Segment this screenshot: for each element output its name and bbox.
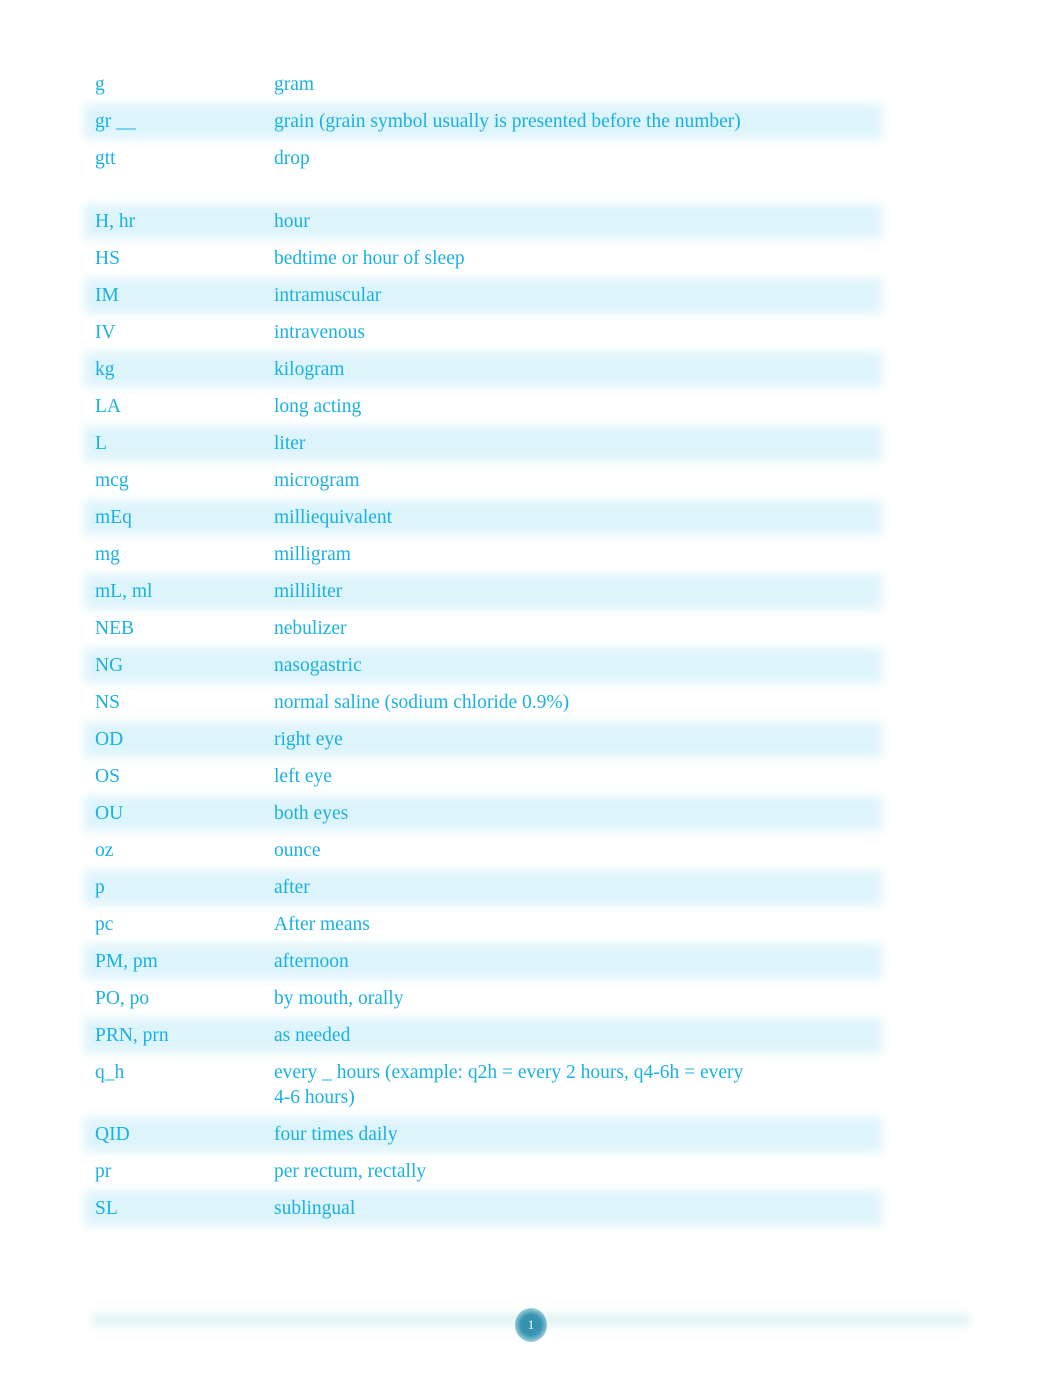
abbreviation-meaning: by mouth, orally xyxy=(274,988,404,1009)
page-number-badge: 1 xyxy=(515,1308,547,1342)
table-row: mcg microgram xyxy=(88,462,878,499)
abbreviation-meaning: intravenous xyxy=(274,322,365,343)
abbreviation-meaning: four times daily xyxy=(274,1124,398,1145)
abbreviation: H, hr xyxy=(95,211,136,232)
abbreviation-meaning: intramuscular xyxy=(274,285,382,306)
abbreviation-meaning: microgram xyxy=(274,470,360,491)
abbreviation: PM, pm xyxy=(95,951,158,972)
abbreviation-meaning: nebulizer xyxy=(274,618,347,639)
table-row: gr __ grain (grain symbol usually is pres… xyxy=(88,103,878,140)
abbreviation-meaning: liter xyxy=(274,433,306,454)
table-row: HS bedtime or hour of sleep xyxy=(88,240,878,277)
abbreviation: OS xyxy=(95,766,120,787)
abbreviation-meaning: ounce xyxy=(274,840,321,861)
abbreviation: pr xyxy=(95,1161,112,1182)
abbreviation: OD xyxy=(95,729,124,750)
abbreviation: OU xyxy=(95,803,124,824)
table-row: OS left eye xyxy=(88,758,878,795)
table-row: OU both eyes xyxy=(88,795,878,832)
abbreviation: mg xyxy=(95,544,120,565)
abbreviation-group-g: g gram gr __ grain (grain symbol usually is… xyxy=(88,66,878,177)
abbreviation-meaning: milliliter xyxy=(274,581,343,602)
table-row: H, hr hour xyxy=(88,203,878,240)
table-row: oz ounce xyxy=(88,832,878,869)
abbreviation-meaning: nasogastric xyxy=(274,655,362,676)
table-row: PM, pm afternoon xyxy=(88,943,878,980)
table-row: IV intravenous xyxy=(88,314,878,351)
abbreviation-group-h-s: H, hr hour HS bedtime or hour of sleep IM int… xyxy=(88,203,878,1227)
abbreviation: IV xyxy=(95,322,116,343)
abbreviation-meaning: per rectum, rectally xyxy=(274,1161,427,1182)
abbreviation-meaning: hour xyxy=(274,211,310,232)
table-row: mL, ml milliliter xyxy=(88,573,878,610)
abbreviation-meaning: both eyes xyxy=(274,803,349,824)
abbreviation: gtt xyxy=(95,148,116,169)
abbreviation-meaning: every _ hours (example: q2h = every 2 ho… xyxy=(274,1062,744,1108)
table-row: NG nasogastric xyxy=(88,647,878,684)
abbreviation: HS xyxy=(95,248,120,269)
abbreviation-meaning: sublingual xyxy=(274,1198,356,1219)
table-row: g gram xyxy=(88,66,878,103)
page-number: 1 xyxy=(527,1317,535,1332)
table-row: q_h every _ hours (example: q2h = every 2… xyxy=(88,1054,878,1116)
abbreviation-meaning: milligram xyxy=(274,544,351,565)
abbreviation-meaning: milliequivalent xyxy=(274,507,393,528)
table-row: PO, po by mouth, orally xyxy=(88,980,878,1017)
abbreviation-meaning: after xyxy=(274,877,310,898)
abbreviation: NS xyxy=(95,692,120,713)
table-row: Lliter xyxy=(88,425,878,462)
abbreviation: NG xyxy=(95,655,124,676)
abbreviation: kg xyxy=(95,359,115,380)
table-row: SL sublingual xyxy=(88,1190,878,1227)
abbreviation: NEB xyxy=(95,618,134,639)
abbreviation: p xyxy=(95,877,105,898)
abbreviation: q_h xyxy=(95,1062,125,1083)
abbreviation-meaning: right eye xyxy=(274,729,343,750)
abbreviation: g xyxy=(95,74,105,95)
table-row: pc After means xyxy=(88,906,878,943)
table-row: gtt drop xyxy=(88,140,878,177)
abbreviation-meaning: long acting xyxy=(274,396,362,417)
abbreviation-meaning: gram xyxy=(274,74,315,95)
table-row: OD right eye xyxy=(88,721,878,758)
abbreviation: LA xyxy=(95,396,121,417)
abbreviation: pc xyxy=(95,914,114,935)
abbreviation: IM xyxy=(95,285,119,306)
abbreviation: PO, po xyxy=(95,988,150,1009)
table-row: NEB nebulizer xyxy=(88,610,878,647)
abbreviation: mEq xyxy=(95,507,132,528)
table-row: NS normal saline (sodium chloride 0.9%) xyxy=(88,684,878,721)
abbreviation: L xyxy=(95,433,107,454)
abbreviation-table: g gram gr __ grain (grain symbol usually is… xyxy=(88,66,878,1227)
abbreviation-meaning: drop xyxy=(274,148,310,169)
table-row: mg milligram xyxy=(88,536,878,573)
abbreviation-meaning: afternoon xyxy=(274,951,349,972)
abbreviation-meaning: left eye xyxy=(274,766,332,787)
table-row: pr per rectum, rectally xyxy=(88,1153,878,1190)
table-row: PRN, prn as needed xyxy=(88,1017,878,1054)
abbreviation: mL, ml xyxy=(95,581,153,602)
abbreviation-meaning: grain (grain symbol usually is presented… xyxy=(274,111,741,132)
abbreviation-meaning: bedtime or hour of sleep xyxy=(274,248,465,269)
abbreviation-meaning: After means xyxy=(274,914,370,935)
abbreviation: mcg xyxy=(95,470,129,491)
table-row: mEq milliequivalent xyxy=(88,499,878,536)
abbreviation-meaning: as needed xyxy=(274,1025,351,1046)
abbreviation-meaning: normal saline (sodium chloride 0.9%) xyxy=(274,692,570,713)
abbreviation: PRN, prn xyxy=(95,1025,169,1046)
abbreviation: SL xyxy=(95,1198,118,1219)
table-row: IM intramuscular xyxy=(88,277,878,314)
abbreviation: gr __ xyxy=(95,111,136,132)
abbreviation-meaning: kilogram xyxy=(274,359,345,380)
abbreviation: QID xyxy=(95,1124,130,1145)
table-row: LA long acting xyxy=(88,388,878,425)
abbreviation: oz xyxy=(95,840,114,861)
table-row: p after xyxy=(88,869,878,906)
table-row: QID four times daily xyxy=(88,1116,878,1153)
table-row: kg kilogram xyxy=(88,351,878,388)
